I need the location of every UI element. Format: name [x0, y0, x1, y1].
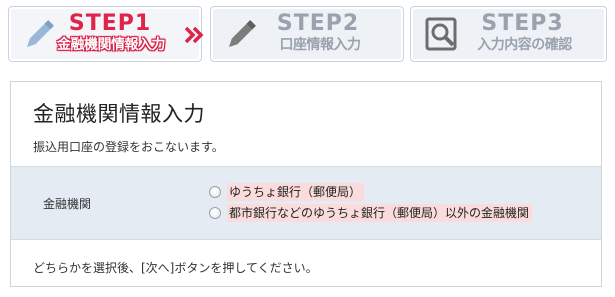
- step-3: STEP3 入力内容の確認: [410, 6, 607, 62]
- radio-button-other-bank[interactable]: [209, 207, 221, 219]
- page-description: 振込用口座の登録をおこないます。: [33, 140, 224, 154]
- step-label: 入力内容の確認: [477, 37, 572, 53]
- step-label: 口座情報入力: [279, 37, 362, 53]
- bank-type-field: 金融機関 ゆうちょ銀行（郵便局） 都市銀行などのゆうちょ銀行（郵便局）以外の金融…: [11, 166, 601, 240]
- radio-button-yucho[interactable]: [209, 186, 221, 198]
- magnifier-icon: [425, 17, 457, 51]
- step-2: STEP2 口座情報入力: [210, 6, 404, 62]
- step-label: 金融機関情報入力: [57, 37, 166, 53]
- option-label[interactable]: ゆうちょ銀行（郵便局）: [227, 183, 365, 201]
- step-number: STEP3: [481, 11, 564, 36]
- double-chevron-right-icon: [184, 26, 204, 44]
- bank-info-panel: 金融機関情報入力 振込用口座の登録をおこないます。 金融機関 ゆうちょ銀行（郵便…: [10, 81, 602, 287]
- field-label: 金融機関: [43, 197, 92, 211]
- step-indicator: STEP1 金融機関情報入力 STEP2 口座情報入力 STEP3 入力内容の確…: [8, 6, 607, 64]
- step-1: STEP1 金融機関情報入力: [8, 6, 204, 62]
- instruction-text: どちらかを選択後、[次へ]ボタンを押してください。: [33, 261, 318, 275]
- step-number: STEP2: [276, 11, 360, 36]
- page-title: 金融機関情報入力: [33, 102, 205, 126]
- option-label[interactable]: 都市銀行などのゆうちょ銀行（郵便局）以外の金融機関: [227, 204, 533, 222]
- step-number: STEP1: [68, 11, 152, 36]
